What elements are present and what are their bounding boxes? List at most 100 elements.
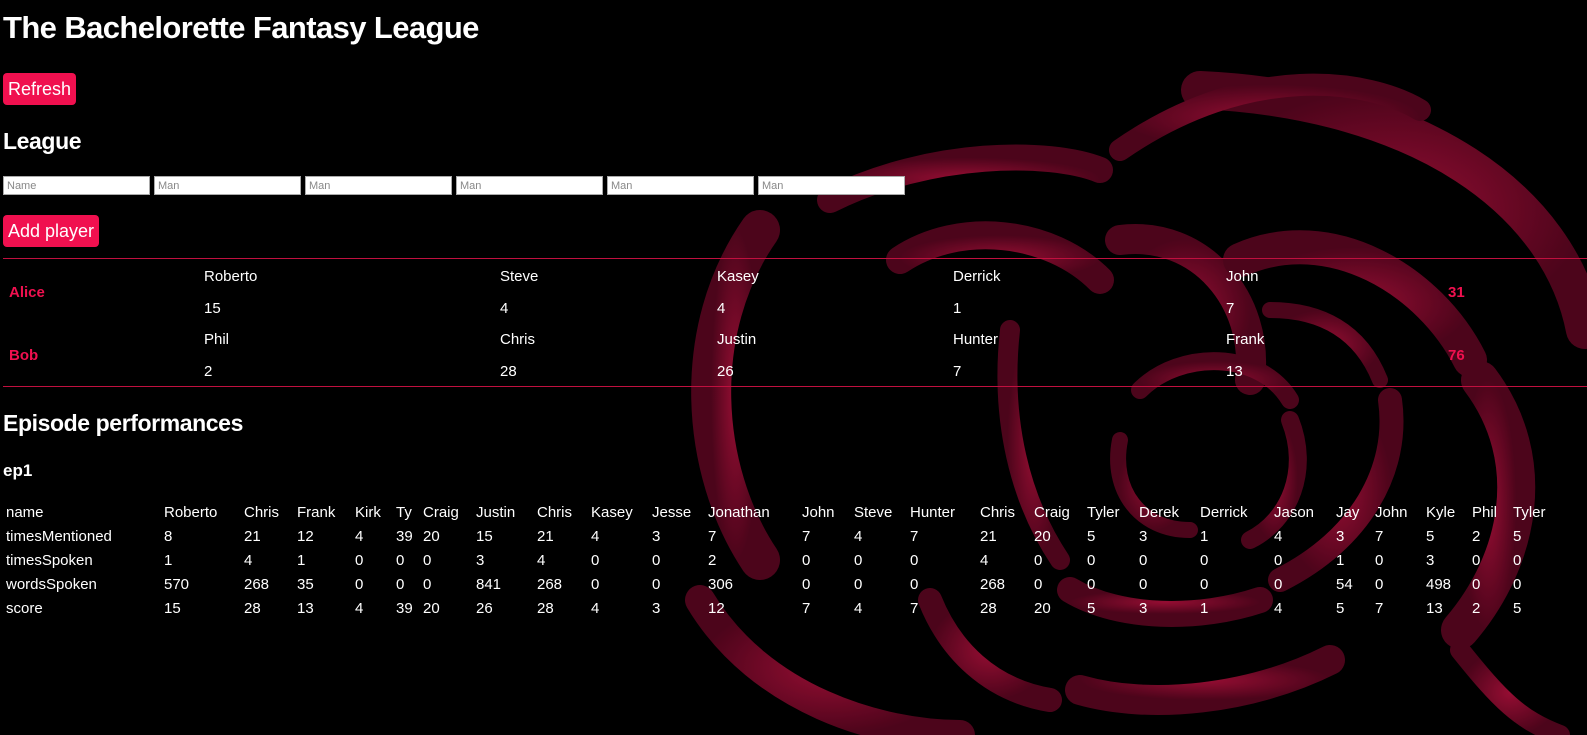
stats-cell: 4 [591, 528, 600, 545]
stats-cell: 39 [396, 600, 413, 617]
stats-cell: 20 [1034, 600, 1051, 617]
pick-man: Chris [500, 331, 536, 348]
stats-cell: 15 [476, 528, 493, 545]
stats-header-cell: John [1375, 504, 1408, 521]
man-input-4[interactable] [607, 176, 754, 195]
stats-cell: 0 [1274, 576, 1283, 593]
pick-man: Phil [204, 331, 230, 348]
stats-cell: 0 [652, 552, 661, 569]
pick-score: 26 [717, 363, 734, 380]
man-input-3[interactable] [456, 176, 603, 195]
stats-cell: 498 [1426, 576, 1452, 593]
league-heading: League [3, 128, 82, 154]
stats-cell: 5 [1087, 600, 1096, 617]
rose-background-image [685, 71, 1587, 735]
stats-cell: 268 [537, 576, 563, 593]
stats-cell: 7 [910, 528, 919, 545]
stats-cell: 8 [164, 528, 173, 545]
stats-cell: 268 [244, 576, 270, 593]
man-input-5[interactable] [758, 176, 905, 195]
pick-score: 4 [717, 300, 726, 317]
stats-cell: 13 [297, 600, 314, 617]
stats-cell: 4 [980, 552, 989, 569]
stats-header-cell: Kasey [591, 504, 633, 521]
stats-cell: 268 [980, 576, 1006, 593]
stats-header-cell: Jason [1274, 504, 1315, 521]
stats-cell: 0 [1139, 552, 1148, 569]
stats-cell: 0 [423, 576, 432, 593]
pick-man: Steve [500, 268, 539, 285]
man-input-2[interactable] [305, 176, 452, 195]
stats-cell: 7 [910, 600, 919, 617]
pick-man: John [1226, 268, 1259, 285]
stats-cell: 2 [1472, 528, 1481, 545]
stats-cell: 0 [355, 576, 364, 593]
refresh-button[interactable]: Refresh [3, 73, 77, 105]
stats-cell: 4 [355, 600, 364, 617]
stats-cell: 7 [708, 528, 717, 545]
stats-cell: 3 [1336, 528, 1345, 545]
stats-header-cell: Tyler [1513, 504, 1546, 521]
stats-header-cell: Chris [244, 504, 280, 521]
stats-cell: 3 [1139, 600, 1148, 617]
stats-cell: 3 [1139, 528, 1148, 545]
add-player-button[interactable]: Add player [3, 215, 100, 247]
stats-cell: 0 [1513, 576, 1522, 593]
stats-header-label: name [6, 504, 44, 521]
pick-score: 28 [500, 363, 517, 380]
stats-cell: 0 [910, 576, 919, 593]
stats-cell: 3 [476, 552, 485, 569]
stats-cell: 0 [1513, 552, 1522, 569]
pick-score: 2 [204, 363, 213, 380]
stats-cell: 0 [1087, 576, 1096, 593]
stats-cell: 306 [708, 576, 734, 593]
pick-man: Justin [717, 331, 757, 348]
stats-cell: 0 [591, 576, 600, 593]
stats-row-label: timesSpoken [6, 552, 93, 569]
stats-header-cell: Ty [396, 504, 412, 521]
pick-score: 1 [953, 300, 962, 317]
stats-cell: 3 [652, 600, 661, 617]
stats-cell: 12 [297, 528, 314, 545]
player-name: Alice [9, 284, 45, 301]
stats-cell: 28 [537, 600, 554, 617]
stats-cell: 2 [1472, 600, 1481, 617]
stats-cell: 0 [1034, 552, 1043, 569]
stats-header-cell: Jonathan [708, 504, 770, 521]
stats-cell: 21 [980, 528, 997, 545]
stats-cell: 0 [396, 552, 405, 569]
episodes-heading: Episode performances [3, 410, 243, 436]
stats-header-cell: Craig [423, 504, 459, 521]
pick-man: Derrick [953, 268, 1001, 285]
stats-header-cell: Justin [476, 504, 516, 521]
player-total-score: 31 [1448, 284, 1465, 301]
stats-cell: 0 [652, 576, 661, 593]
stats-cell: 26 [476, 600, 493, 617]
stats-cell: 3 [652, 528, 661, 545]
stats-header-cell: Derek [1139, 504, 1180, 521]
stats-cell: 4 [355, 528, 364, 545]
stats-cell: 35 [297, 576, 314, 593]
stats-cell: 28 [980, 600, 997, 617]
stats-cell: 20 [423, 600, 440, 617]
league-top-divider [3, 258, 1587, 259]
episode-title: ep1 [3, 461, 33, 480]
stats-cell: 1 [1200, 600, 1209, 617]
player-name-input[interactable] [3, 176, 150, 195]
stats-cell: 0 [910, 552, 919, 569]
league-bottom-divider [3, 386, 1587, 387]
stats-cell: 7 [802, 528, 811, 545]
stats-cell: 5 [1336, 600, 1345, 617]
stats-cell: 570 [164, 576, 190, 593]
stats-header-cell: Roberto [164, 504, 218, 521]
stats-cell: 4 [1274, 528, 1283, 545]
stats-cell: 13 [1426, 600, 1443, 617]
stats-cell: 0 [854, 576, 863, 593]
stats-header-cell: Jay [1336, 504, 1360, 521]
man-input-1[interactable] [154, 176, 301, 195]
stats-cell: 5 [1087, 528, 1096, 545]
stats-header-cell: Hunter [910, 504, 956, 521]
stats-cell: 28 [244, 600, 261, 617]
stats-cell: 5 [1426, 528, 1435, 545]
stats-cell: 4 [244, 552, 253, 569]
